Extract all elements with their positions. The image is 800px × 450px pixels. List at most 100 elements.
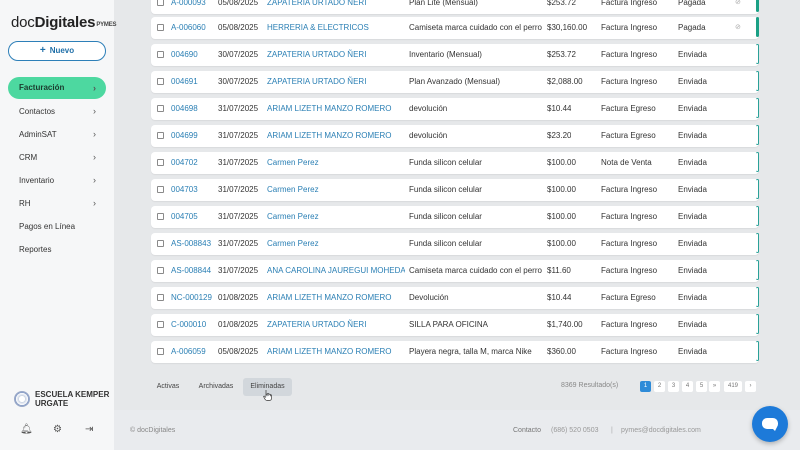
company-seal-icon bbox=[14, 391, 30, 407]
table-row[interactable]: AS-008844 31/07/2025 ANA CAROLINA JAUREGUI… bbox=[151, 260, 759, 282]
table-row[interactable]: A-006059 05/08/2025 ARIAM LIZETH MANZO ROM… bbox=[151, 341, 759, 363]
sidebar-item-contactos[interactable]: Contactos › bbox=[8, 100, 106, 123]
invoice-folio-link[interactable]: AS-008843 bbox=[171, 233, 211, 255]
row-checkbox[interactable] bbox=[157, 240, 164, 247]
row-status-edge bbox=[756, 260, 759, 280]
sidebar-item-crm[interactable]: CRM › bbox=[8, 146, 106, 169]
cancel-stamp-icon[interactable]: ⊘ bbox=[735, 0, 741, 14]
company-switcher[interactable]: ESCUELA KEMPER URGATE bbox=[14, 388, 110, 412]
page-jump-button[interactable]: » bbox=[709, 381, 720, 392]
table-row[interactable]: A-006060 05/08/2025 HERRERIA & ELECTRICOS C… bbox=[151, 17, 759, 39]
footer-email[interactable]: pymes@docdigitales.com bbox=[621, 427, 701, 434]
invoice-amount: $253.72 bbox=[547, 50, 576, 59]
row-status-edge bbox=[756, 44, 759, 64]
client-name-link[interactable]: ARIAM LIZETH MANZO ROMERO bbox=[267, 341, 405, 363]
invoice-amount: $30,160.00 bbox=[547, 23, 588, 32]
table-row[interactable]: A-000093 05/08/2025 ZAPATERIA URTADO ÑERI P… bbox=[151, 0, 759, 14]
table-row[interactable]: C-000010 01/08/2025 ZAPATERIA URTADO ÑERI S… bbox=[151, 314, 759, 336]
row-checkbox[interactable] bbox=[157, 24, 164, 31]
invoice-folio-link[interactable]: AS-008844 bbox=[171, 260, 211, 282]
table-row[interactable]: 004702 31/07/2025 Carmen Perez Funda silico… bbox=[151, 152, 759, 174]
client-name-link[interactable]: Carmen Perez bbox=[267, 233, 405, 255]
client-name-link[interactable]: Carmen Perez bbox=[267, 179, 405, 201]
client-name-link[interactable]: ZAPATERIA URTADO ÑERI bbox=[267, 314, 405, 336]
table-row[interactable]: 004691 30/07/2025 ZAPATERIA URTADO ÑERI Pla… bbox=[151, 71, 759, 93]
table-row[interactable]: 004698 31/07/2025 ARIAM LIZETH MANZO ROMER… bbox=[151, 98, 759, 120]
table-row[interactable]: NC-000129 01/08/2025 ARIAM LIZETH MANZO RO… bbox=[151, 287, 759, 309]
next-page-button[interactable]: › bbox=[745, 381, 756, 392]
new-button[interactable]: + Nuevo bbox=[8, 41, 106, 61]
sidebar-item-facturación[interactable]: Facturación › bbox=[8, 77, 106, 99]
row-checkbox[interactable] bbox=[157, 51, 164, 58]
client-name-link[interactable]: Carmen Perez bbox=[267, 152, 405, 174]
client-name-link[interactable]: ZAPATERIA URTADO ÑERI bbox=[267, 44, 405, 66]
invoice-folio-link[interactable]: 004690 bbox=[171, 44, 198, 66]
sidebar-item-pagos-en-línea[interactable]: Pagos en Línea bbox=[8, 215, 106, 238]
row-checkbox[interactable] bbox=[157, 294, 164, 301]
client-name-link[interactable]: ARIAM LIZETH MANZO ROMERO bbox=[267, 125, 405, 147]
client-name-link[interactable]: ZAPATERIA URTADO ÑERI bbox=[267, 71, 405, 93]
sidebar-item-rh[interactable]: RH › bbox=[8, 192, 106, 215]
row-checkbox[interactable] bbox=[157, 105, 164, 112]
invoice-status: Enviada bbox=[678, 158, 707, 167]
invoice-folio-link[interactable]: 004698 bbox=[171, 98, 198, 120]
tab-activas[interactable]: Activas bbox=[151, 378, 185, 396]
invoice-date: 05/08/2025 bbox=[218, 23, 259, 32]
client-name-link[interactable]: ARIAM LIZETH MANZO ROMERO bbox=[267, 287, 405, 309]
invoice-folio-link[interactable]: 004705 bbox=[171, 206, 198, 228]
invoice-concept: devolución bbox=[409, 131, 448, 140]
invoice-status: Pagada bbox=[678, 0, 706, 7]
invoice-folio-link[interactable]: A-006059 bbox=[171, 341, 206, 363]
row-checkbox[interactable] bbox=[157, 132, 164, 139]
invoice-folio-link[interactable]: NC-000129 bbox=[171, 287, 212, 309]
brand-logo[interactable]: docDigitalesPYMES bbox=[11, 14, 117, 31]
invoice-type: Factura Ingreso bbox=[601, 239, 658, 248]
row-checkbox[interactable] bbox=[157, 0, 164, 6]
tab-archivadas[interactable]: Archivadas bbox=[195, 378, 237, 396]
page-button-4[interactable]: 4 bbox=[682, 381, 693, 392]
page-button-2[interactable]: 2 bbox=[654, 381, 665, 392]
row-checkbox[interactable] bbox=[157, 186, 164, 193]
gear-icon[interactable]: ⚙︎ bbox=[53, 424, 62, 435]
row-checkbox[interactable] bbox=[157, 78, 164, 85]
invoice-folio-link[interactable]: 004699 bbox=[171, 125, 198, 147]
client-name-link[interactable]: ARIAM LIZETH MANZO ROMERO bbox=[267, 98, 405, 120]
logo-pymes: PYMES bbox=[96, 22, 117, 28]
invoice-folio-link[interactable]: A-006060 bbox=[171, 17, 206, 39]
table-row[interactable]: 004690 30/07/2025 ZAPATERIA URTADO ÑERI Inv… bbox=[151, 44, 759, 66]
invoice-status: Enviada bbox=[678, 347, 707, 356]
table-row[interactable]: 004699 31/07/2025 ARIAM LIZETH MANZO ROMER… bbox=[151, 125, 759, 147]
sidebar-item-inventario[interactable]: Inventario › bbox=[8, 169, 106, 192]
row-checkbox[interactable] bbox=[157, 159, 164, 166]
row-checkbox[interactable] bbox=[157, 267, 164, 274]
row-status-edge bbox=[756, 98, 759, 118]
client-name-link[interactable]: ANA CAROLINA JAUREGUI MOHEDANO bbox=[267, 260, 405, 282]
table-row[interactable]: 004703 31/07/2025 Carmen Perez Funda silico… bbox=[151, 179, 759, 201]
invoice-amount: $11.60 bbox=[547, 266, 571, 275]
invoice-folio-link[interactable]: 004691 bbox=[171, 71, 198, 93]
logout-icon[interactable]: ⇥ bbox=[85, 424, 93, 435]
chat-button[interactable] bbox=[752, 406, 788, 442]
invoice-folio-link[interactable]: 004702 bbox=[171, 152, 198, 174]
page-button-3[interactable]: 3 bbox=[668, 381, 679, 392]
client-name-link[interactable]: ZAPATERIA URTADO ÑERI bbox=[267, 0, 405, 14]
sidebar-item-reportes[interactable]: Reportes bbox=[8, 238, 106, 261]
table-row[interactable]: 004705 31/07/2025 Carmen Perez Funda silico… bbox=[151, 206, 759, 228]
client-name-link[interactable]: Carmen Perez bbox=[267, 206, 405, 228]
row-checkbox[interactable] bbox=[157, 321, 164, 328]
row-checkbox[interactable] bbox=[157, 213, 164, 220]
row-checkbox[interactable] bbox=[157, 348, 164, 355]
bell-icon[interactable]: 🔔︎ bbox=[20, 424, 33, 435]
table-row[interactable]: AS-008843 31/07/2025 Carmen Perez Funda sil… bbox=[151, 233, 759, 255]
invoice-folio-link[interactable]: A-000093 bbox=[171, 0, 206, 14]
invoice-folio-link[interactable]: C-000010 bbox=[171, 314, 206, 336]
page-button-1[interactable]: 1 bbox=[640, 381, 651, 392]
invoice-date: 31/07/2025 bbox=[218, 266, 259, 275]
cancel-stamp-icon[interactable]: ⊘ bbox=[735, 17, 741, 39]
page-button-419[interactable]: 419 bbox=[724, 381, 742, 392]
footer-phone[interactable]: (686) 520 0503 bbox=[551, 427, 598, 434]
invoice-folio-link[interactable]: 004703 bbox=[171, 179, 198, 201]
sidebar-item-adminsat[interactable]: AdminSAT › bbox=[8, 123, 106, 146]
client-name-link[interactable]: HERRERIA & ELECTRICOS bbox=[267, 17, 405, 39]
page-button-5[interactable]: 5 bbox=[696, 381, 707, 392]
